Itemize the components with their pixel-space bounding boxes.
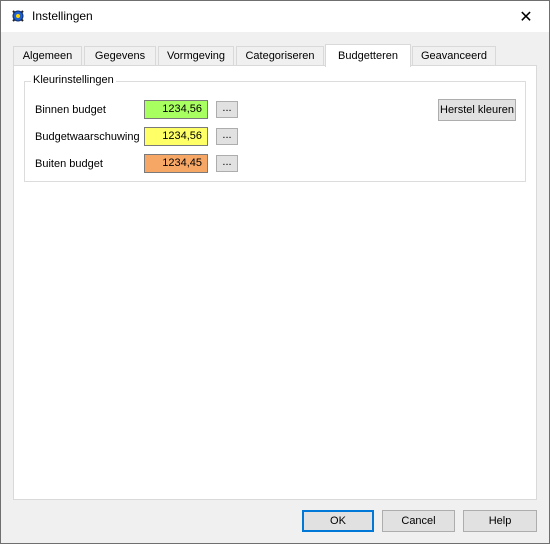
label-within-budget: Binnen budget xyxy=(35,104,106,116)
color-settings-group: Kleurinstellingen Binnen budget 1234,56 … xyxy=(24,74,526,182)
tab-strip: Algemeen Gegevens Vormgeving Categoriser… xyxy=(13,44,537,67)
color-swatch-budget-warning: 1234,56 xyxy=(144,127,208,146)
tab-categoriseren[interactable]: Categoriseren xyxy=(236,46,324,65)
tab-vormgeving[interactable]: Vormgeving xyxy=(158,46,234,65)
tab-algemeen[interactable]: Algemeen xyxy=(13,46,82,65)
reset-colors-button[interactable]: Herstel kleuren xyxy=(438,99,516,121)
help-button[interactable]: Help xyxy=(463,510,537,532)
choose-color-button-budget-warning[interactable]: ... xyxy=(216,128,238,145)
title-bar: Instellingen ✕ xyxy=(1,1,549,32)
choose-color-button-over-budget[interactable]: ... xyxy=(216,155,238,172)
tab-geavanceerd[interactable]: Geavanceerd xyxy=(412,46,496,65)
app-icon xyxy=(10,8,26,24)
choose-color-button-within-budget[interactable]: ... xyxy=(216,101,238,118)
tab-budgetteren[interactable]: Budgetteren xyxy=(325,44,411,67)
window-title: Instellingen xyxy=(32,9,93,23)
tab-gegevens[interactable]: Gegevens xyxy=(84,46,156,65)
tab-panel-budgetteren: Kleurinstellingen Binnen budget 1234,56 … xyxy=(13,65,537,500)
cancel-button[interactable]: Cancel xyxy=(382,510,455,532)
label-budget-warning: Budgetwaarschuwing xyxy=(35,131,140,143)
color-swatch-within-budget: 1234,56 xyxy=(144,100,208,119)
group-title: Kleurinstellingen xyxy=(31,74,116,86)
color-swatch-over-budget: 1234,45 xyxy=(144,154,208,173)
close-icon[interactable]: ✕ xyxy=(503,1,549,32)
settings-dialog: Instellingen ✕ Algemeen Gegevens Vormgev… xyxy=(0,0,550,544)
label-over-budget: Buiten budget xyxy=(35,158,103,170)
ok-button[interactable]: OK xyxy=(302,510,374,532)
